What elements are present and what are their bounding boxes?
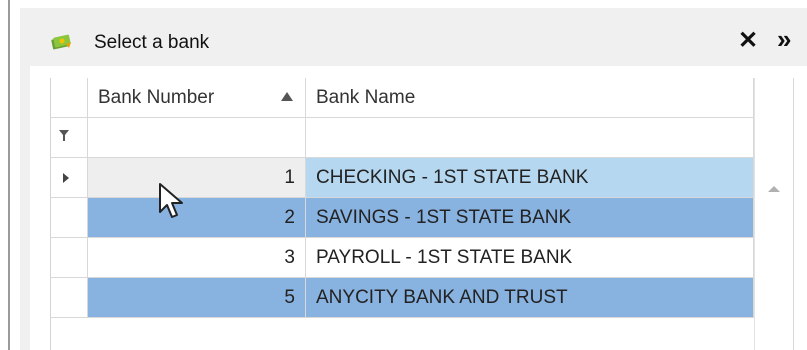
bank-name: ANYCITY BANK AND TRUST xyxy=(316,287,568,308)
row-indicator xyxy=(51,238,88,277)
bank-number: 3 xyxy=(284,247,295,268)
grid-header-row: Bank Number Bank Name xyxy=(51,78,755,118)
bank-number: 5 xyxy=(284,287,295,308)
table-row[interactable]: 2 SAVINGS - 1ST STATE BANK xyxy=(51,198,755,238)
column-header-bank-name[interactable]: Bank Name xyxy=(306,78,754,117)
current-row-icon xyxy=(63,173,69,183)
column-header-label: Bank Number xyxy=(98,87,215,108)
filter-row xyxy=(51,118,755,158)
filter-icon xyxy=(59,130,69,141)
row-indicator xyxy=(51,278,88,317)
row-indicator xyxy=(51,198,88,237)
select-bank-dialog: Select a bank ✕ » Bank Number Bank Name xyxy=(20,8,807,350)
dialog-title: Select a bank xyxy=(94,32,210,53)
bank-name-cell[interactable]: PAYROLL - 1ST STATE BANK xyxy=(306,238,754,277)
close-icon[interactable]: ✕ xyxy=(738,28,758,54)
vertical-scrollbar[interactable] xyxy=(754,78,794,350)
bank-number: 2 xyxy=(284,207,295,228)
money-icon xyxy=(51,34,71,50)
bank-name: CHECKING - 1ST STATE BANK xyxy=(316,167,589,188)
bank-name-cell[interactable]: SAVINGS - 1ST STATE BANK xyxy=(306,198,754,237)
bank-name-cell[interactable]: ANYCITY BANK AND TRUST xyxy=(306,278,754,317)
column-header-bank-number[interactable]: Bank Number xyxy=(88,78,306,117)
window-edge xyxy=(8,0,10,350)
bank-number-cell[interactable]: 5 xyxy=(88,278,306,317)
bank-number-cell[interactable]: 1 xyxy=(88,158,306,197)
filter-input-bank-name[interactable] xyxy=(306,118,754,157)
bank-name: PAYROLL - 1ST STATE BANK xyxy=(316,247,573,268)
bank-grid: Bank Number Bank Name 1 CHECKING - 1ST S… xyxy=(50,78,755,350)
bank-number: 1 xyxy=(284,167,295,188)
header-indicator-cell xyxy=(51,78,88,117)
mouse-pointer-icon xyxy=(159,183,183,218)
grid-container: Bank Number Bank Name 1 CHECKING - 1ST S… xyxy=(30,66,807,350)
filter-input-bank-number[interactable] xyxy=(88,118,306,157)
filter-indicator-cell xyxy=(51,118,88,157)
row-indicator xyxy=(51,158,88,197)
dialog-header: Select a bank ✕ » xyxy=(20,8,807,66)
sort-ascending-icon xyxy=(281,92,293,101)
double-chevron-right-icon[interactable]: » xyxy=(777,26,791,52)
scroll-up-icon[interactable] xyxy=(768,186,780,192)
bank-number-cell[interactable]: 3 xyxy=(88,238,306,277)
column-header-label: Bank Name xyxy=(316,87,416,108)
bank-name: SAVINGS - 1ST STATE BANK xyxy=(316,207,572,228)
bank-name-cell[interactable]: CHECKING - 1ST STATE BANK xyxy=(306,158,754,197)
table-row[interactable]: 5 ANYCITY BANK AND TRUST xyxy=(51,278,755,318)
bank-number-cell[interactable]: 2 xyxy=(88,198,306,237)
table-row[interactable]: 1 CHECKING - 1ST STATE BANK xyxy=(51,158,755,198)
table-row[interactable]: 3 PAYROLL - 1ST STATE BANK xyxy=(51,238,755,278)
